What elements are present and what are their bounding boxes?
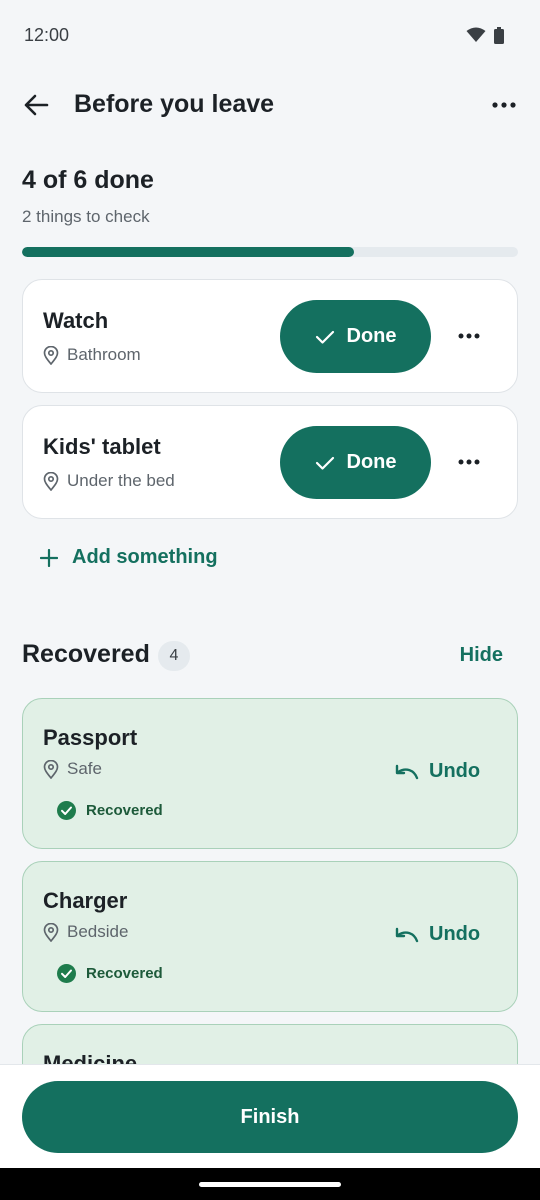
item-more-button[interactable] bbox=[451, 318, 487, 354]
item-location: Bedside bbox=[43, 922, 128, 942]
item-location: Bathroom bbox=[43, 345, 141, 365]
overflow-menu-button[interactable] bbox=[486, 87, 522, 123]
finish-button[interactable]: Finish bbox=[22, 1081, 518, 1153]
check-icon bbox=[315, 330, 334, 344]
status-icons bbox=[466, 26, 504, 44]
more-horizontal-icon bbox=[458, 333, 480, 339]
undo-icon bbox=[395, 764, 419, 779]
recovered-status-label: Recovered bbox=[86, 802, 163, 819]
recovered-status: Recovered bbox=[57, 801, 163, 820]
recovered-count-badge: 4 bbox=[158, 641, 190, 671]
item-location-text: Bedside bbox=[67, 922, 129, 941]
undo-button[interactable]: Undo bbox=[395, 760, 480, 783]
status-bar: 12:00 bbox=[0, 0, 540, 70]
undo-button[interactable]: Undo bbox=[395, 923, 480, 946]
check-icon bbox=[315, 456, 334, 470]
progress-subtext: 2 things to check bbox=[22, 207, 150, 226]
add-item-label: Add something bbox=[72, 546, 218, 568]
location-pin-icon bbox=[43, 345, 59, 365]
item-name: Passport bbox=[43, 725, 138, 750]
done-button-label: Done bbox=[346, 451, 397, 473]
recovered-item-card: Charger Bedside Recovered Undo bbox=[22, 861, 518, 1012]
app-bar: Before you leave bbox=[0, 70, 540, 140]
more-horizontal-icon bbox=[458, 459, 480, 465]
item-more-button[interactable] bbox=[451, 444, 487, 480]
location-pin-icon bbox=[43, 471, 59, 491]
more-horizontal-icon bbox=[492, 102, 516, 108]
location-pin-icon bbox=[43, 922, 59, 942]
progress-bar bbox=[22, 247, 518, 257]
plus-icon bbox=[40, 548, 58, 567]
item-location: Safe bbox=[43, 759, 102, 779]
hide-recovered-button[interactable]: Hide bbox=[460, 644, 503, 667]
system-nav-bar bbox=[0, 1168, 540, 1200]
status-time: 12:00 bbox=[24, 24, 70, 45]
location-pin-icon bbox=[43, 759, 59, 779]
done-button[interactable]: Done bbox=[280, 426, 431, 499]
item-name: Charger bbox=[43, 888, 128, 913]
done-button-label: Done bbox=[346, 325, 397, 347]
check-circle-icon bbox=[57, 964, 76, 983]
home-handle[interactable] bbox=[199, 1182, 341, 1187]
recovered-section-title: Recovered bbox=[22, 640, 150, 668]
item-name: Watch bbox=[43, 308, 109, 333]
page-title: Before you leave bbox=[74, 90, 275, 118]
item-location-text: Safe bbox=[67, 759, 102, 778]
undo-label: Undo bbox=[429, 760, 481, 782]
recovered-status-label: Recovered bbox=[86, 965, 163, 982]
battery-icon bbox=[494, 26, 504, 44]
recovered-item-card: Passport Safe Recovered Undo bbox=[22, 698, 518, 849]
checklist-item-card: Kids' tablet Under the bed Done bbox=[22, 405, 518, 519]
add-item-button[interactable]: Add something bbox=[40, 546, 218, 569]
check-circle-icon bbox=[57, 801, 76, 820]
item-location-text: Bathroom bbox=[67, 345, 141, 364]
item-name: Kids' tablet bbox=[43, 434, 161, 459]
wifi-icon bbox=[466, 27, 486, 42]
back-button[interactable] bbox=[18, 87, 54, 123]
bottom-action-bar: Finish bbox=[0, 1064, 540, 1168]
arrow-left-icon bbox=[24, 94, 49, 116]
undo-icon bbox=[395, 927, 419, 942]
progress-fill bbox=[22, 247, 355, 257]
item-location-text: Under the bed bbox=[67, 471, 175, 490]
progress-heading: 4 of 6 done bbox=[22, 166, 154, 194]
undo-label: Undo bbox=[429, 923, 481, 945]
recovered-status: Recovered bbox=[57, 964, 163, 983]
item-location: Under the bed bbox=[43, 471, 175, 491]
checklist-item-card: Watch Bathroom Done bbox=[22, 279, 518, 393]
done-button[interactable]: Done bbox=[280, 300, 431, 373]
